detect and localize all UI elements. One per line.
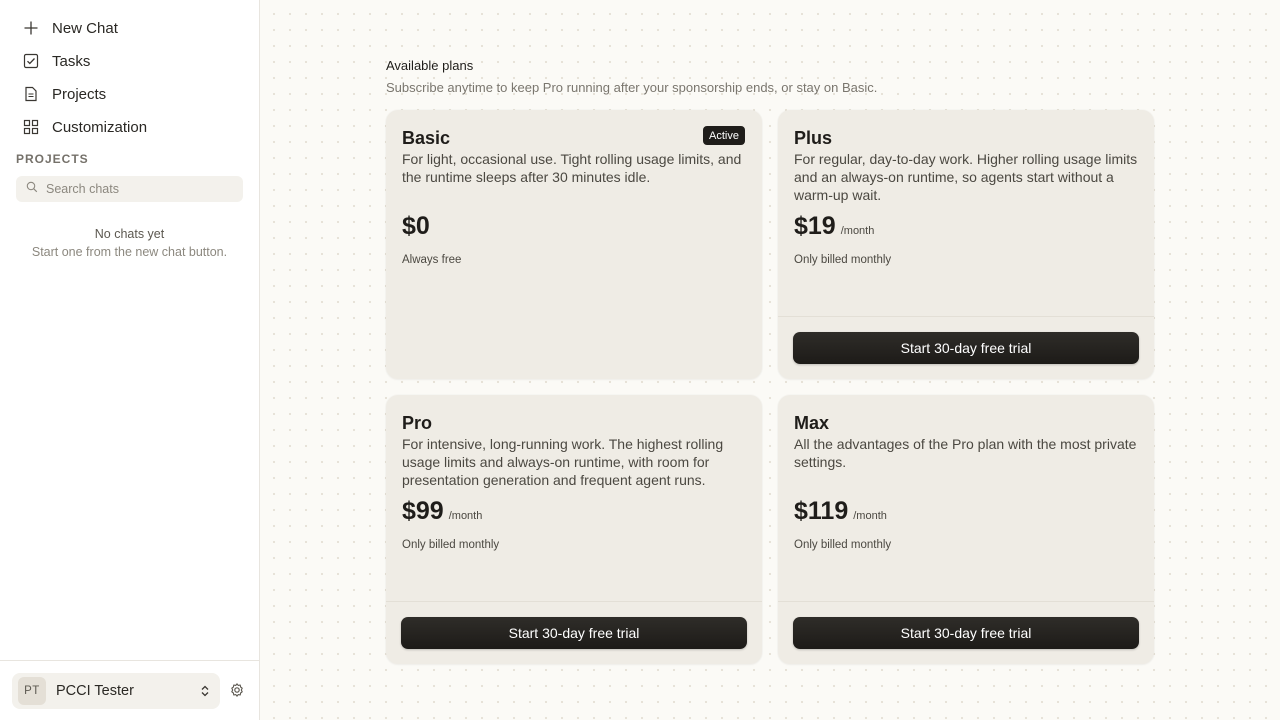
projects-section-label: PROJECTS bbox=[16, 152, 89, 166]
plus-icon bbox=[22, 19, 40, 37]
sidebar-item-label: Projects bbox=[52, 85, 107, 103]
sidebar: New Chat Tasks Projects Customization PR… bbox=[0, 0, 260, 720]
price-row: $0 bbox=[402, 212, 430, 241]
card-divider bbox=[386, 601, 762, 602]
status-badge: Active bbox=[703, 126, 745, 145]
price-period: /month bbox=[448, 510, 483, 522]
billing-note: Only billed monthly bbox=[794, 254, 892, 266]
search-input[interactable] bbox=[46, 182, 226, 196]
price-period: /month bbox=[853, 510, 887, 522]
sidebar-footer: PT PCCI Tester bbox=[0, 660, 259, 720]
plan-name: Basic bbox=[402, 128, 451, 148]
start-trial-button-max[interactable]: Start 30-day free trial bbox=[793, 617, 1139, 649]
sidebar-item-label: Tasks bbox=[52, 52, 91, 70]
document-icon bbox=[22, 85, 40, 103]
avatar: PT bbox=[18, 677, 46, 705]
price-period: /month bbox=[840, 225, 875, 237]
settings-gear-icon[interactable] bbox=[229, 682, 245, 698]
sidebar-item-customization[interactable]: Customization bbox=[16, 112, 243, 142]
search-icon bbox=[26, 180, 38, 198]
new-chat-button[interactable]: New Chat bbox=[16, 13, 243, 43]
plan-price: $99 bbox=[402, 497, 444, 525]
plan-price: $119 bbox=[794, 497, 849, 525]
plan-description: All the advantages of the Pro plan with … bbox=[794, 436, 1137, 470]
checkbox-icon bbox=[22, 52, 40, 70]
chevron-up-down-icon bbox=[201, 685, 209, 697]
empty-state-title: No chats yet bbox=[94, 227, 165, 241]
plan-card-pro: Pro For intensive, long-running work. Th… bbox=[386, 395, 762, 664]
empty-state-subtitle: Start one from the new chat button. bbox=[31, 245, 228, 259]
sidebar-item-projects[interactable]: Projects bbox=[16, 79, 243, 109]
plan-card-max: Max All the advantages of the Pro plan w… bbox=[778, 395, 1154, 664]
search-chats[interactable] bbox=[16, 176, 243, 202]
plan-name: Plus bbox=[794, 128, 833, 148]
plan-card-basic: Basic Active For light, occasional use. … bbox=[386, 110, 762, 379]
page-title: Available plans bbox=[386, 58, 474, 73]
plan-description: For intensive, long-running work. The hi… bbox=[402, 436, 724, 488]
plan-description: For light, occasional use. Tight rolling… bbox=[402, 151, 742, 185]
price-row: $99 /month bbox=[402, 497, 482, 526]
grid-icon bbox=[22, 118, 40, 136]
account-switcher[interactable]: PT PCCI Tester bbox=[12, 673, 220, 709]
plan-name: Pro bbox=[402, 413, 433, 433]
page-subtitle: Subscribe anytime to keep Pro running af… bbox=[386, 80, 878, 95]
plan-price: $0 bbox=[402, 212, 430, 240]
main-content: Available plans Subscribe anytime to kee… bbox=[260, 0, 1280, 720]
price-row: $119 /month bbox=[794, 497, 887, 526]
price-row: $19 /month bbox=[794, 212, 874, 241]
billing-note: Only billed monthly bbox=[402, 539, 500, 551]
billing-note: Always free bbox=[402, 254, 462, 266]
start-trial-button-pro[interactable]: Start 30-day free trial bbox=[401, 617, 747, 649]
plan-card-plus: Plus For regular, day-to-day work. Highe… bbox=[778, 110, 1154, 379]
new-chat-label: New Chat bbox=[52, 19, 118, 37]
plan-price: $19 bbox=[794, 212, 836, 240]
card-divider bbox=[778, 316, 1154, 317]
plan-name: Max bbox=[794, 413, 830, 433]
plan-description: For regular, day-to-day work. Higher rol… bbox=[794, 151, 1138, 203]
sidebar-item-label: Customization bbox=[52, 118, 148, 136]
sidebar-item-tasks[interactable]: Tasks bbox=[16, 46, 243, 76]
start-trial-button-plus[interactable]: Start 30-day free trial bbox=[793, 332, 1139, 364]
billing-note: Only billed monthly bbox=[794, 539, 892, 551]
card-divider bbox=[778, 601, 1154, 602]
user-name: PCCI Tester bbox=[56, 683, 134, 699]
